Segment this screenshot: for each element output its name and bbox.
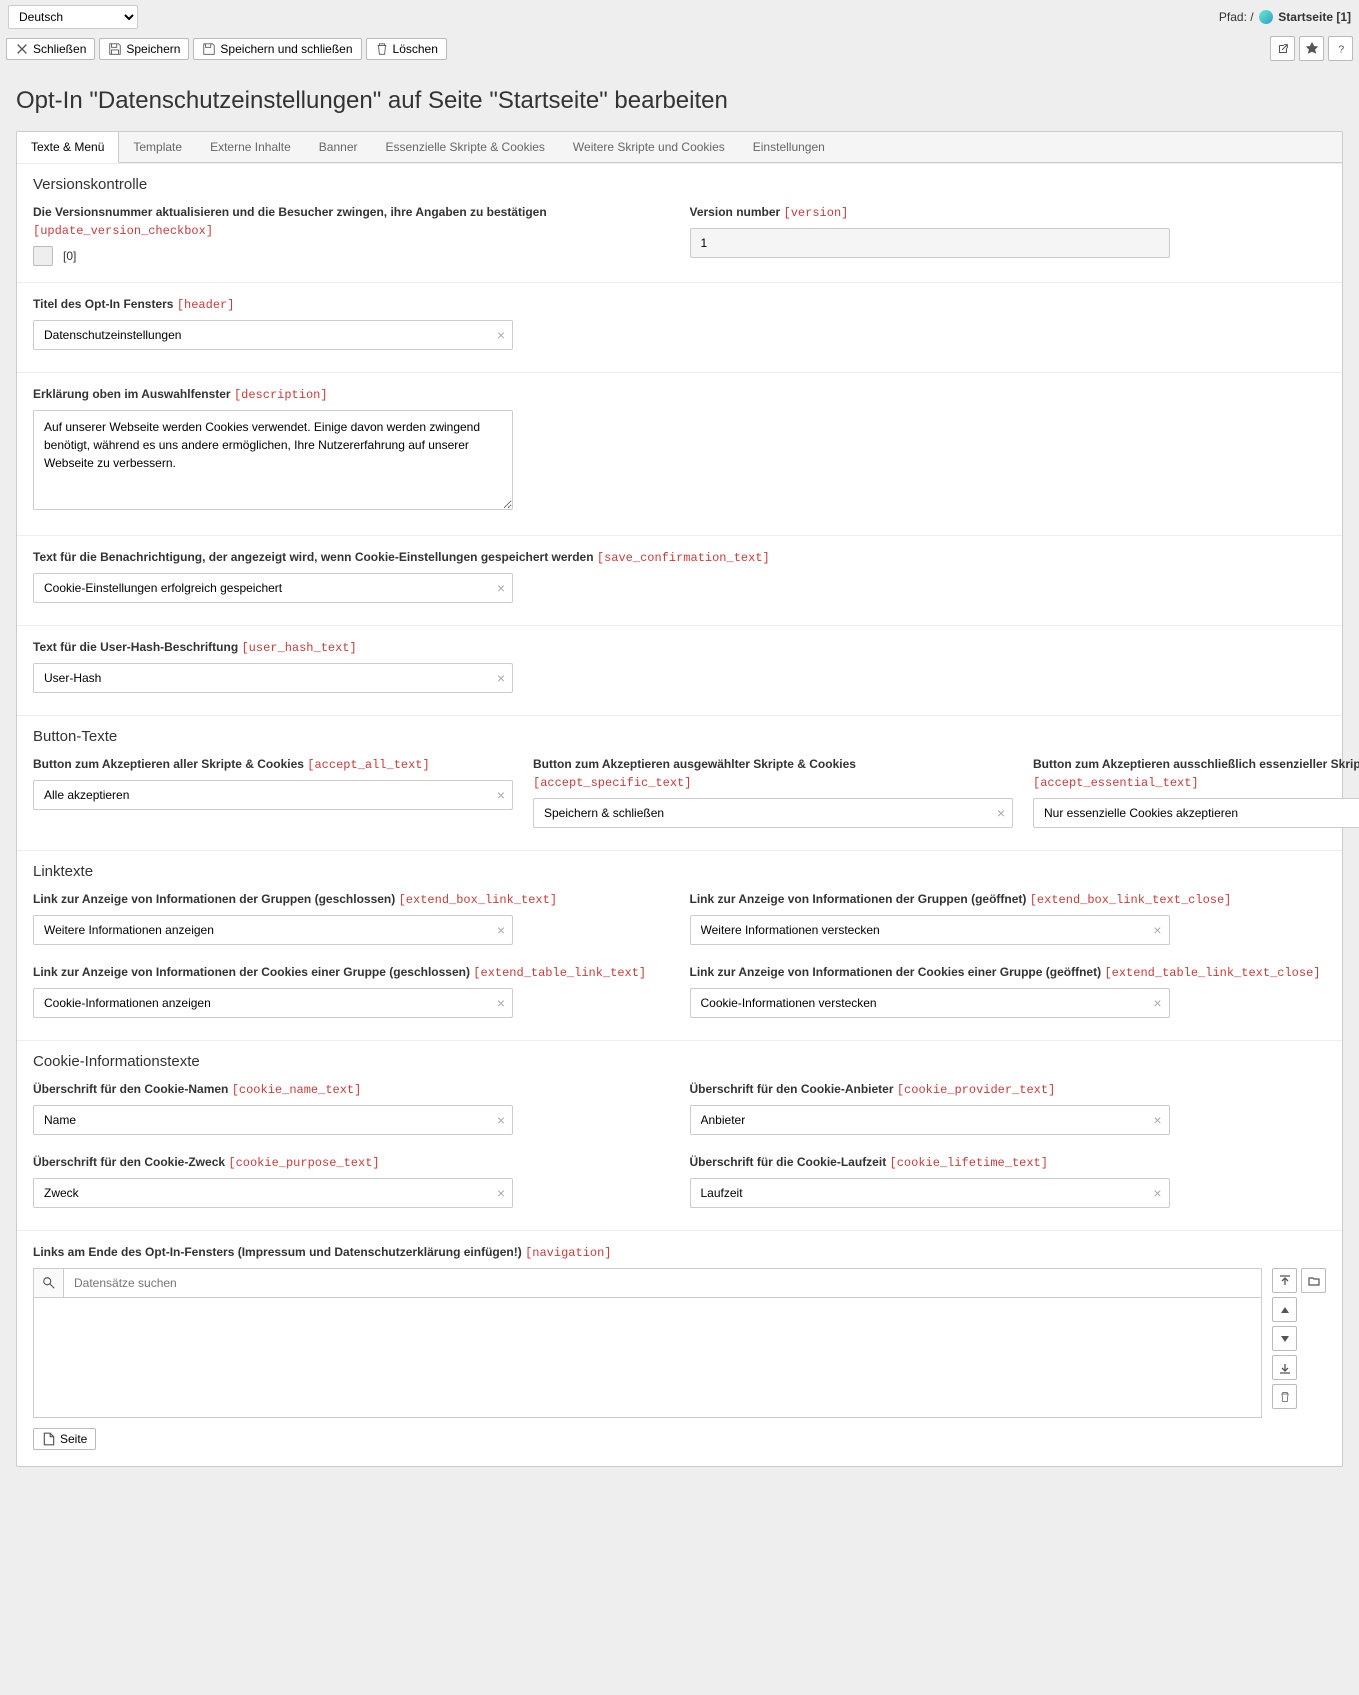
- tab-weitere[interactable]: Weitere Skripte und Cookies: [559, 132, 739, 162]
- tabs: Texte & Menü Template Externe Inhalte Ba…: [17, 132, 1342, 163]
- cookie-purpose-input[interactable]: [33, 1178, 513, 1208]
- help-button[interactable]: ?: [1328, 36, 1353, 61]
- cookie-provider-input[interactable]: [690, 1105, 1170, 1135]
- clear-icon[interactable]: ×: [997, 805, 1005, 821]
- tab-texte-menu[interactable]: Texte & Menü: [17, 132, 119, 163]
- accept-specific-input[interactable]: [533, 798, 1013, 828]
- checkbox-value: [0]: [63, 249, 76, 263]
- page-button[interactable]: Seite: [33, 1428, 96, 1450]
- globe-icon: [1259, 10, 1273, 24]
- move-bottom-button[interactable]: [1272, 1355, 1297, 1380]
- delete-button[interactable]: Löschen: [366, 38, 447, 60]
- cookie-lifetime-input[interactable]: [690, 1178, 1170, 1208]
- description-textarea[interactable]: Auf unserer Webseite werden Cookies verw…: [33, 410, 513, 510]
- accept-specific-label: Button zum Akzeptieren ausgewählter Skri…: [533, 755, 1013, 792]
- save-close-icon: [202, 42, 216, 56]
- extend-box-close-input[interactable]: [690, 915, 1170, 945]
- header-input[interactable]: [33, 320, 513, 350]
- accept-essential-input[interactable]: [1033, 798, 1359, 828]
- accept-essential-label: Button zum Akzeptieren ausschließlich es…: [1033, 755, 1359, 792]
- tab-template[interactable]: Template: [119, 132, 196, 162]
- accept-all-label: Button zum Akzeptieren aller Skripte & C…: [33, 755, 513, 774]
- page-title: Opt-In "Datenschutzeinstellungen" auf Se…: [16, 87, 1343, 115]
- save-confirmation-input[interactable]: [33, 573, 513, 603]
- bookmark-button[interactable]: [1299, 36, 1324, 61]
- clear-icon[interactable]: ×: [497, 922, 505, 938]
- clear-icon[interactable]: ×: [497, 995, 505, 1011]
- save-confirmation-label: Text für die Benachrichtigung, der angez…: [33, 548, 1326, 567]
- versionskontrolle-heading: Versionskontrolle: [33, 176, 1326, 193]
- open-external-button[interactable]: [1270, 36, 1295, 61]
- save-button[interactable]: Speichern: [99, 38, 189, 60]
- cookie-info-heading: Cookie-Informationstexte: [33, 1053, 1326, 1070]
- trash-icon: [375, 42, 389, 56]
- accept-all-input[interactable]: [33, 780, 513, 810]
- breadcrumb: Pfad: / Startseite [1]: [1219, 10, 1351, 25]
- record-list[interactable]: [33, 1298, 1262, 1418]
- tab-essenzielle[interactable]: Essenzielle Skripte & Cookies: [372, 132, 559, 162]
- tab-banner[interactable]: Banner: [305, 132, 372, 162]
- close-button[interactable]: Schließen: [6, 38, 95, 60]
- clear-icon[interactable]: ×: [1153, 922, 1161, 938]
- save-icon: [108, 42, 122, 56]
- move-down-button[interactable]: [1272, 1326, 1297, 1351]
- page-icon: [42, 1432, 56, 1446]
- tab-externe-inhalte[interactable]: Externe Inhalte: [196, 132, 305, 162]
- close-icon: [15, 42, 29, 56]
- cookie-name-input[interactable]: [33, 1105, 513, 1135]
- extend-box-input[interactable]: [33, 915, 513, 945]
- clear-icon[interactable]: ×: [497, 1185, 505, 1201]
- extend-table-label: Link zur Anzeige von Informationen der C…: [33, 963, 670, 982]
- extend-table-close-input[interactable]: [690, 988, 1170, 1018]
- clear-icon[interactable]: ×: [1153, 1112, 1161, 1128]
- clear-icon[interactable]: ×: [497, 1112, 505, 1128]
- extend-table-close-label: Link zur Anzeige von Informationen der C…: [690, 963, 1327, 982]
- extend-table-input[interactable]: [33, 988, 513, 1018]
- remove-button[interactable]: [1272, 1384, 1297, 1409]
- version-number-input[interactable]: [690, 228, 1170, 258]
- extend-box-label: Link zur Anzeige von Informationen der G…: [33, 890, 670, 909]
- clear-icon[interactable]: ×: [1153, 995, 1161, 1011]
- clear-icon[interactable]: ×: [1153, 1185, 1161, 1201]
- extend-box-close-label: Link zur Anzeige von Informationen der G…: [690, 890, 1327, 909]
- language-select[interactable]: Deutsch: [8, 5, 138, 29]
- user-hash-label: Text für die User-Hash-Beschriftung [use…: [33, 638, 1326, 657]
- cookie-provider-label: Überschrift für den Cookie-Anbieter [coo…: [690, 1080, 1327, 1099]
- clear-icon[interactable]: ×: [497, 580, 505, 596]
- update-version-checkbox[interactable]: [33, 246, 53, 266]
- version-number-label: Version number [version]: [690, 203, 1327, 222]
- tab-einstellungen[interactable]: Einstellungen: [739, 132, 839, 162]
- cookie-lifetime-label: Überschrift für die Cookie-Laufzeit [coo…: [690, 1153, 1327, 1172]
- linktexte-heading: Linktexte: [33, 863, 1326, 880]
- search-icon: [33, 1268, 63, 1298]
- clear-icon[interactable]: ×: [497, 327, 505, 343]
- header-label: Titel des Opt-In Fensters [header]: [33, 295, 1326, 314]
- move-up-button[interactable]: [1272, 1297, 1297, 1322]
- save-close-button[interactable]: Speichern und schließen: [193, 38, 361, 60]
- clear-icon[interactable]: ×: [497, 787, 505, 803]
- clear-icon[interactable]: ×: [497, 670, 505, 686]
- cookie-name-label: Überschrift für den Cookie-Namen [cookie…: [33, 1080, 670, 1099]
- svg-text:?: ?: [1338, 43, 1344, 55]
- browse-button[interactable]: [1301, 1268, 1326, 1293]
- description-label: Erklärung oben im Auswahlfenster [descri…: [33, 385, 1326, 404]
- cookie-purpose-label: Überschrift für den Cookie-Zweck [cookie…: [33, 1153, 670, 1172]
- button-texte-heading: Button-Texte: [33, 728, 1326, 745]
- user-hash-input[interactable]: [33, 663, 513, 693]
- move-top-button[interactable]: [1272, 1268, 1297, 1293]
- navigation-label: Links am Ende des Opt-In-Fensters (Impre…: [33, 1243, 1326, 1262]
- update-version-label: Die Versionsnummer aktualisieren und die…: [33, 203, 670, 240]
- record-search-input[interactable]: [63, 1268, 1262, 1298]
